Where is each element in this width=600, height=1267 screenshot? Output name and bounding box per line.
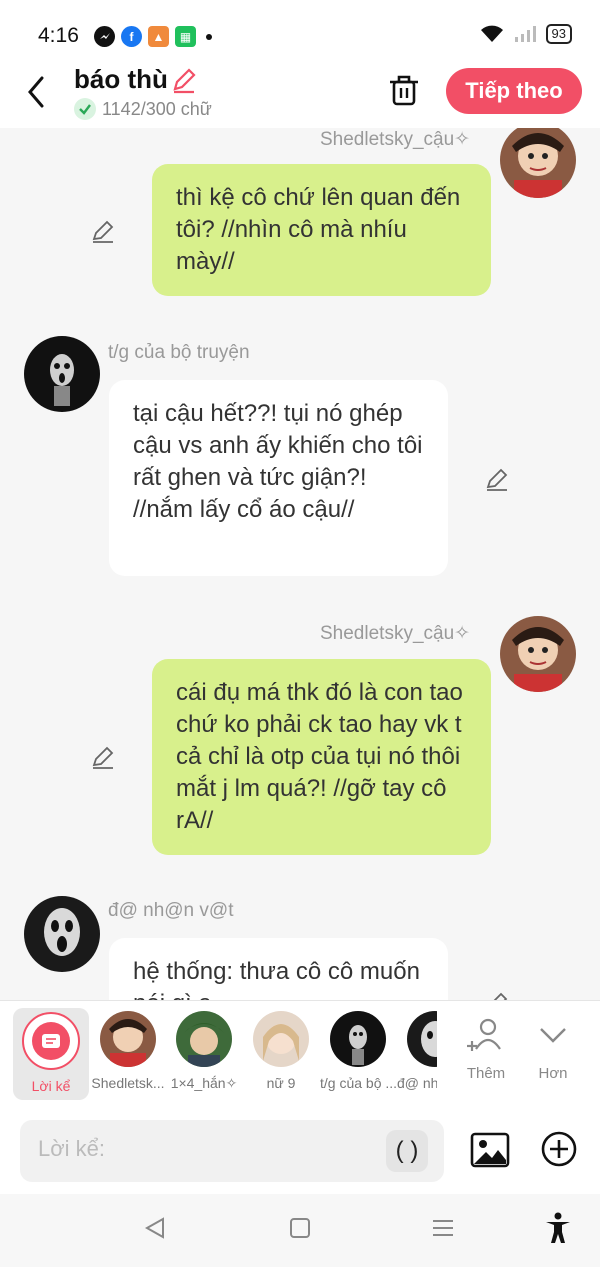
narrator-icon <box>22 1012 80 1070</box>
more-button[interactable]: Hơn <box>523 1015 583 1082</box>
narration-input[interactable]: Lời kể: ( ) <box>20 1120 444 1182</box>
sender-name: t/g của bộ truyện <box>108 342 250 363</box>
message-bubble[interactable]: hệ thống: thưa cô cô muốn nói gì ạ <box>109 938 448 1000</box>
add-character-label: Thêm <box>466 1065 506 1082</box>
composer: Lời kể: ( ) <box>0 1108 600 1194</box>
status-time: 4:16 <box>38 24 79 47</box>
chevron-down-icon <box>540 1028 566 1043</box>
avatar <box>330 1011 386 1067</box>
narration-placeholder: Lời kể: <box>38 1136 106 1161</box>
character-option[interactable]: 1×4_hắn✧ <box>166 1011 242 1092</box>
avatar <box>407 1011 437 1067</box>
add-circle-icon[interactable] <box>540 1130 578 1168</box>
nav-back-icon[interactable] <box>143 1216 167 1240</box>
nav-menu-icon[interactable] <box>431 1216 455 1240</box>
system-nav-bar <box>0 1194 600 1267</box>
calculator-app-icon: ▦ <box>175 26 196 47</box>
character-option[interactable]: t/g của bộ ... <box>320 1011 396 1091</box>
story-title: báo thù <box>74 64 168 94</box>
character-option[interactable]: nữ 9 <box>243 1011 319 1091</box>
avatar[interactable] <box>24 896 100 972</box>
sender-name: đ@ nh@n v@t <box>108 900 234 921</box>
battery-icon: 93 <box>545 24 572 44</box>
nav-home-icon[interactable] <box>288 1216 312 1240</box>
message-bubble[interactable]: thì kệ cô chứ lên quan đến tôi? //nhìn c… <box>152 164 491 296</box>
add-person-icon <box>467 1018 501 1051</box>
edit-message-icon[interactable] <box>90 744 116 770</box>
character-option[interactable]: đ@ nh... <box>397 1011 437 1091</box>
character-label: Shedletsk... <box>91 1075 165 1091</box>
add-character-button[interactable]: Thêm <box>456 1015 516 1082</box>
message-bubble[interactable]: cái đụ má thk đó là con tao chứ ko phải … <box>152 659 491 855</box>
parenthesis-button[interactable]: ( ) <box>386 1130 428 1172</box>
avatar <box>100 1011 156 1067</box>
image-icon[interactable] <box>470 1130 510 1170</box>
word-count: 1142/300 chữ <box>74 98 212 120</box>
sender-name: Shedletsky_cậu✧ <box>320 129 471 150</box>
more-label: Hơn <box>538 1065 568 1082</box>
avatar[interactable] <box>24 336 100 412</box>
avatar[interactable] <box>500 616 576 692</box>
edit-title-icon[interactable] <box>170 66 198 94</box>
signal-icon <box>514 26 536 42</box>
character-label: 1×4_hắn✧ <box>170 1075 238 1091</box>
check-icon <box>74 98 96 120</box>
message-list[interactable]: Shedletsky_cậu✧ thì kệ cô chứ lên quan đ… <box>0 128 600 1000</box>
notification-dot-icon <box>206 33 212 40</box>
avatar[interactable] <box>500 128 576 198</box>
character-label: nữ 9 <box>266 1075 296 1091</box>
game-app-icon: ▲ <box>148 26 169 47</box>
avatar <box>176 1011 232 1067</box>
edit-message-icon[interactable] <box>484 990 510 1000</box>
character-label: t/g của bộ ... <box>320 1075 396 1091</box>
narrator-option[interactable]: Lời kể <box>13 1008 89 1100</box>
character-label: đ@ nh... <box>397 1075 437 1091</box>
message-bubble[interactable]: tại cậu hết??! tụi nó ghép cậu vs anh ấy… <box>109 380 448 576</box>
next-button[interactable]: Tiếp theo <box>446 68 582 114</box>
messenger-icon <box>94 26 115 47</box>
sender-name: Shedletsky_cậu✧ <box>320 623 471 644</box>
word-count-text: 1142/300 chữ <box>102 98 212 119</box>
edit-message-icon[interactable] <box>484 466 510 492</box>
top-app-bar: báo thù 1142/300 chữ Tiếp theo <box>0 60 600 128</box>
trash-icon[interactable] <box>386 72 422 108</box>
character-option[interactable]: Shedletsk... <box>90 1011 166 1091</box>
accessibility-icon[interactable] <box>544 1212 572 1244</box>
narrator-label: Lời kể <box>31 1078 71 1094</box>
wifi-icon <box>480 25 503 42</box>
back-arrow-icon[interactable] <box>22 72 54 112</box>
facebook-icon: f <box>121 26 142 47</box>
character-selector: Lời kể Shedletsk... 1×4_hắn✧ nữ 9 t/g củ… <box>0 1000 600 1109</box>
edit-message-icon[interactable] <box>90 218 116 244</box>
avatar <box>253 1011 309 1067</box>
